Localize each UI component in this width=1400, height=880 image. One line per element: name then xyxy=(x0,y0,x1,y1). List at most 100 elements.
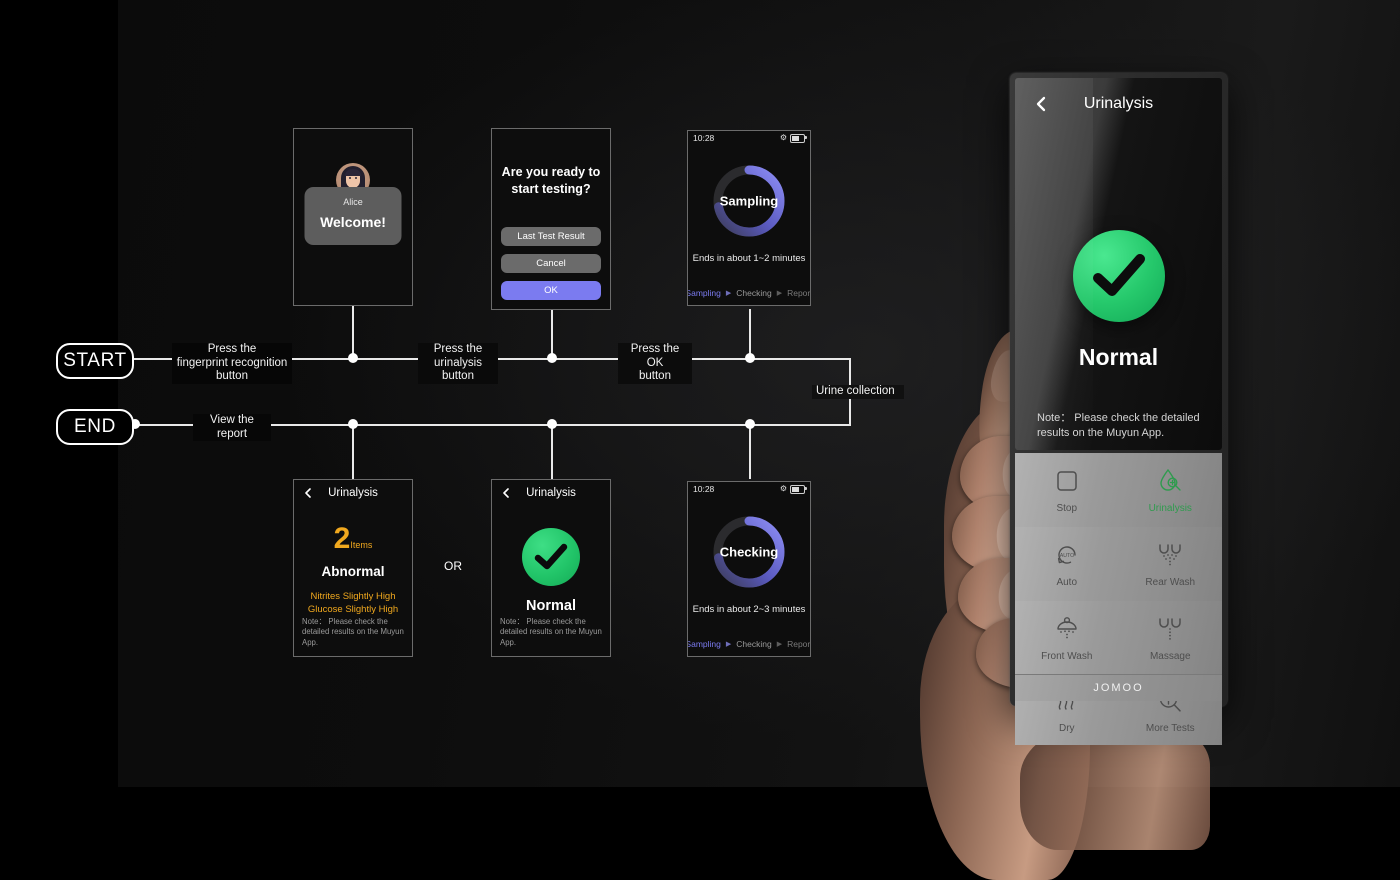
flow-line xyxy=(551,309,553,359)
button-rear-wash[interactable]: Rear Wash xyxy=(1119,527,1223,601)
flow-node xyxy=(547,419,557,429)
back-icon[interactable] xyxy=(1033,96,1049,112)
stop-square-icon xyxy=(1052,466,1082,496)
button-row-2: AUTO Auto Rear Wash xyxy=(1015,527,1222,602)
edge-label-urinalysis: Press the urinalysis button xyxy=(418,343,498,384)
battery-icon xyxy=(790,484,807,494)
verdict-label: Abnormal xyxy=(321,564,385,579)
cancel-button[interactable]: Cancel xyxy=(501,254,601,273)
device-note: Note： Please check the detailed results … xyxy=(1037,412,1200,439)
screen-sampling[interactable]: 10:28 ⚙ Sampling Ends in about 1~2 minut… xyxy=(687,130,811,306)
end-terminator[interactable]: END xyxy=(56,409,134,445)
flow-line xyxy=(352,305,354,359)
button-label: Auto xyxy=(1056,577,1078,588)
remote-control-device[interactable]: Urinalysis Normal Note： Please check the… xyxy=(1010,73,1227,745)
button-label: Dry xyxy=(1058,723,1075,734)
status-time: 10:28 xyxy=(693,133,715,143)
eta-text: Ends in about 2~3 minutes xyxy=(692,604,806,615)
brand-logo: JOMOO xyxy=(1015,674,1222,701)
device-button-panel: Stop Urinalysis AUTO Auto Rear Wash Fron… xyxy=(1015,453,1223,745)
bluetooth-icon: ⚙ xyxy=(779,133,787,142)
step-sampling: Sampling xyxy=(687,288,721,298)
screen-result-normal[interactable]: Urinalysis Normal Note： Please check the… xyxy=(491,479,611,657)
battery-icon xyxy=(790,133,807,143)
status-bar: 10:28 ⚙ xyxy=(688,131,810,145)
step-indicator: Sampling ▶ Checking ▶ Report xyxy=(688,288,810,298)
verdict-label: Normal xyxy=(526,598,576,614)
edge-label-urine-collection: Urine collection xyxy=(812,385,904,399)
auto-loop-icon: AUTO xyxy=(1052,540,1082,570)
device-screen[interactable]: Urinalysis Normal Note： Please check the… xyxy=(1015,78,1222,450)
welcome-panel: Alice Welcome! xyxy=(304,187,402,245)
step-checking: Checking xyxy=(736,639,772,649)
flow-line xyxy=(352,424,354,479)
button-label: Urinalysis xyxy=(1148,503,1192,514)
start-terminator[interactable]: START xyxy=(56,343,134,379)
svg-text:AUTO: AUTO xyxy=(1059,553,1074,559)
device-verdict: Normal xyxy=(1078,344,1159,370)
ok-button[interactable]: OK xyxy=(501,281,601,300)
eta-text: Ends in about 1~2 minutes xyxy=(692,253,806,264)
flow-line xyxy=(749,424,751,479)
screen-welcome[interactable]: Alice Welcome! xyxy=(293,128,413,306)
flow-line xyxy=(683,358,850,360)
back-icon[interactable] xyxy=(501,488,511,498)
step-sampling: Sampling xyxy=(687,639,721,649)
button-front-wash[interactable]: Front Wash xyxy=(1015,601,1119,675)
nav-title: Urinalysis xyxy=(526,487,576,499)
ring-label: Checking xyxy=(719,544,779,560)
nav-bar: Urinalysis xyxy=(294,480,412,506)
flow-node xyxy=(745,419,755,429)
button-auto[interactable]: AUTO Auto xyxy=(1015,527,1119,601)
flow-node xyxy=(745,353,755,363)
bluetooth-icon: ⚙ xyxy=(779,484,787,493)
screen-confirm-dialog[interactable]: Are you ready to start testing? Last Tes… xyxy=(491,128,611,310)
screen-checking[interactable]: 10:28 ⚙ Checking Ends in about 2~3 minut… xyxy=(687,481,811,657)
step-indicator: Sampling ▶ Checking ▶ Report xyxy=(688,639,810,649)
user-name: Alice xyxy=(343,197,363,207)
button-urinalysis[interactable]: Urinalysis xyxy=(1119,453,1223,527)
back-icon[interactable] xyxy=(303,488,313,498)
status-time: 10:28 xyxy=(693,484,715,494)
progress-ring-sampling: Sampling xyxy=(709,161,789,241)
button-label: More Tests xyxy=(1145,723,1195,734)
status-icons: ⚙ xyxy=(779,484,807,494)
button-massage[interactable]: Massage xyxy=(1119,601,1223,675)
step-checking: Checking xyxy=(736,288,772,298)
front-wash-icon xyxy=(1052,614,1082,644)
abnormal-count-value: 2 xyxy=(333,522,351,555)
flow-line xyxy=(551,424,553,479)
dialog-question: Are you ready to start testing? xyxy=(501,165,601,196)
device-nav-bar: Urinalysis xyxy=(1015,78,1222,130)
step-arrow-2-icon: ▶ xyxy=(776,641,783,648)
success-check-icon xyxy=(1072,230,1165,322)
screen-result-abnormal[interactable]: Urinalysis 2Items Abnormal Nitrites Slig… xyxy=(293,479,413,657)
progress-ring-checking: Checking xyxy=(709,512,789,592)
flow-node xyxy=(547,353,557,363)
avatar-eye-right xyxy=(355,177,357,179)
step-report: Report xyxy=(787,639,811,649)
edge-label-fingerprint: Press the fingerprint recognition button xyxy=(172,343,292,384)
note-text: Note： Please check the detailed results … xyxy=(500,616,602,647)
success-check-icon xyxy=(522,528,580,586)
step-arrow-1-icon: ▶ xyxy=(725,641,732,648)
nav-title: Urinalysis xyxy=(328,487,378,499)
step-arrow-2-icon: ▶ xyxy=(776,290,783,297)
step-arrow-1-icon: ▶ xyxy=(725,290,732,297)
screenshot-root: START END Press the fingerprint recognit… xyxy=(0,0,1400,880)
button-label: Stop xyxy=(1056,503,1078,514)
step-report: Report xyxy=(787,288,811,298)
status-bar: 10:28 ⚙ xyxy=(688,482,810,496)
note-text: Note： Please check the detailed results … xyxy=(302,616,404,647)
avatar-fringe xyxy=(345,169,361,176)
abnormal-count-unit: Items xyxy=(350,540,373,550)
ring-label: Sampling xyxy=(719,193,779,209)
welcome-message: Welcome! xyxy=(320,214,386,230)
button-stop[interactable]: Stop xyxy=(1015,453,1119,527)
button-row-1: Stop Urinalysis xyxy=(1015,453,1222,528)
last-test-result-button[interactable]: Last Test Result xyxy=(501,227,601,246)
button-label: Front Wash xyxy=(1041,651,1093,662)
edge-label-ok: Press the OK button xyxy=(618,343,692,384)
flow-node xyxy=(348,419,358,429)
edge-label-view-report: View the report xyxy=(193,414,271,441)
